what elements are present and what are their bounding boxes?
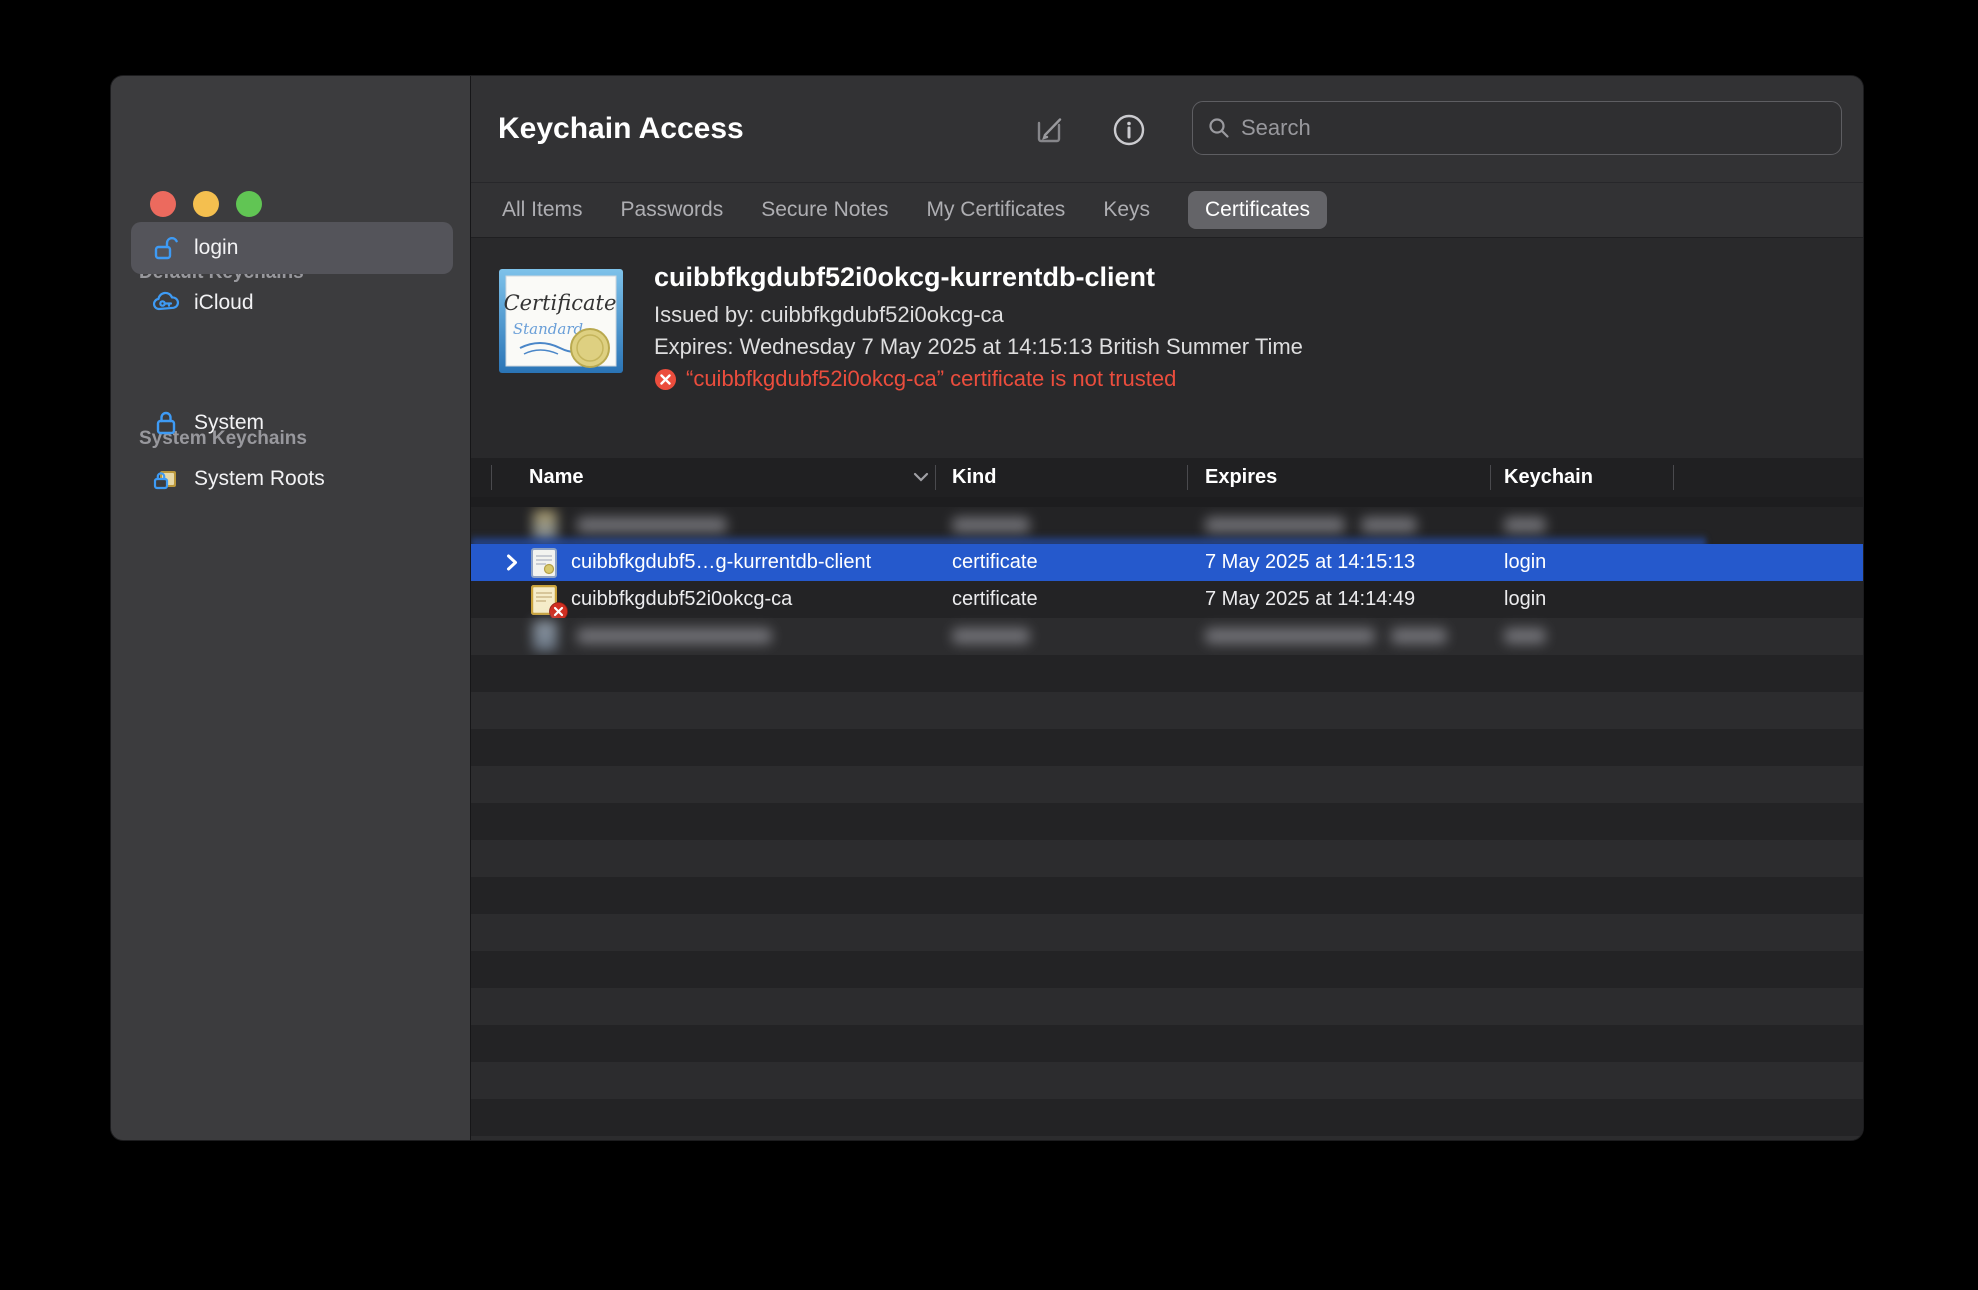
cell-keychain: login (1504, 588, 1547, 610)
empty-row (471, 1136, 1863, 1140)
keychain-access-window: Default Keychains login iCloud System Ke… (111, 76, 1863, 1140)
search-input[interactable] (1241, 115, 1827, 141)
column-divider[interactable] (1490, 465, 1491, 490)
page-title: Keychain Access (498, 112, 744, 145)
disclosure-chevron-icon[interactable] (505, 553, 519, 572)
certificate-icon (531, 548, 557, 578)
empty-row (471, 655, 1863, 692)
column-divider[interactable] (1673, 465, 1674, 490)
trust-warning-text: “cuibbfkgdubf52i0okcg-ca” certificate is… (686, 366, 1177, 391)
column-header-kind[interactable]: Kind (952, 458, 996, 497)
redacted-text (1205, 517, 1345, 533)
tab-passwords[interactable]: Passwords (621, 198, 724, 222)
redacted-text (1391, 628, 1447, 644)
empty-row (471, 914, 1863, 951)
empty-row (471, 692, 1863, 729)
tab-certificates[interactable]: Certificates (1188, 191, 1328, 229)
toolbar: Keychain Access (471, 76, 1863, 182)
empty-row (471, 877, 1863, 914)
sidebar: Default Keychains login iCloud System Ke… (111, 76, 471, 1140)
redacted-text (952, 517, 1030, 533)
table-row-redacted[interactable] (471, 507, 1863, 546)
search-icon (1209, 118, 1229, 138)
lock-box-icon (151, 464, 181, 494)
cell-name: cuibbfkgdubf52i0okcg-ca (571, 588, 793, 610)
table-row-redacted[interactable] (471, 618, 1863, 655)
unlocked-padlock-icon (151, 233, 181, 263)
tab-all-items[interactable]: All Items (502, 198, 583, 222)
redacted-text (952, 628, 1030, 644)
column-divider[interactable] (1187, 465, 1188, 490)
cell-kind: certificate (952, 588, 1038, 610)
table-row-kurrentdb-ca[interactable]: cuibbfkgdubf52i0okcg-ca certificate 7 Ma… (471, 581, 1863, 621)
not-trusted-icon (655, 368, 676, 390)
sidebar-item-system[interactable]: System (131, 397, 453, 449)
certificate-expiry: Expires: Wednesday 7 May 2025 at 14:15:1… (654, 334, 1303, 359)
redacted-text (1504, 628, 1546, 644)
cell-kind: certificate (952, 551, 1038, 573)
minimize-window-button[interactable] (193, 191, 219, 217)
icloud-keychain-icon (151, 288, 181, 318)
empty-row (471, 988, 1863, 1025)
certificate-artwork: Certificate Standard (498, 268, 624, 379)
sort-chevron-down-icon (913, 472, 929, 482)
certificate-name: cuibbfkgdubf52i0okcg-kurrentdb-client (654, 262, 1156, 292)
window-controls (150, 191, 262, 217)
category-tabs: All Items Passwords Secure Notes My Cert… (471, 182, 1863, 237)
empty-row (471, 951, 1863, 988)
redacted-text (1504, 517, 1546, 533)
column-header-expires[interactable]: Expires (1205, 458, 1277, 497)
cell-name: cuibbfkgdubf5…g-kurrentdb-client (571, 551, 872, 573)
search-field[interactable] (1192, 101, 1842, 155)
empty-row (471, 729, 1863, 766)
sidebar-item-system-roots[interactable]: System Roots (131, 453, 453, 505)
table-row-kurrentdb-client[interactable]: cuibbfkgdubf5…g-kurrentdb-client certifi… (471, 544, 1863, 581)
locked-padlock-icon (151, 408, 181, 438)
svg-text:Certificate: Certificate (504, 291, 617, 315)
svg-text:Standard: Standard (513, 320, 583, 338)
empty-row (471, 766, 1863, 803)
sidebar-item-icloud[interactable]: iCloud (131, 277, 453, 329)
table-header: Name Kind Expires Keychain (471, 458, 1863, 497)
trust-warning: “cuibbfkgdubf52i0okcg-ca” certificate is… (654, 366, 1176, 392)
redacted-text (577, 628, 772, 644)
certificate-detail-pane: Certificate Standard cuibbfkgdubf52i0okc… (471, 237, 1863, 458)
table-header-gap (471, 497, 1863, 507)
sidebar-item-label: System (194, 411, 265, 434)
zoom-window-button[interactable] (236, 191, 262, 217)
certificate-list: cuibbfkgdubf5…g-kurrentdb-client certifi… (471, 507, 1863, 1140)
sidebar-item-login[interactable]: login (131, 222, 453, 274)
sidebar-item-label: System Roots (194, 467, 325, 490)
cell-expires: 7 May 2025 at 14:15:13 (1205, 551, 1416, 573)
empty-row (471, 1025, 1863, 1062)
sidebar-item-label: login (194, 236, 239, 259)
redacted-text (1361, 517, 1417, 533)
new-item-button[interactable] (1032, 112, 1068, 148)
redacted-text (577, 517, 727, 533)
sidebar-item-label: iCloud (194, 291, 254, 314)
column-header-keychain[interactable]: Keychain (1504, 458, 1593, 497)
empty-row (471, 840, 1863, 877)
main-pane: Keychain Access Search All Items Passwor… (471, 76, 1863, 1140)
info-button[interactable] (1111, 112, 1147, 148)
cell-expires: 7 May 2025 at 14:14:49 (1205, 588, 1416, 610)
tab-secure-notes[interactable]: Secure Notes (761, 198, 888, 222)
tab-my-certificates[interactable]: My Certificates (926, 198, 1065, 222)
empty-row (471, 1099, 1863, 1136)
close-window-button[interactable] (150, 191, 176, 217)
column-divider[interactable] (935, 465, 936, 490)
redacted-text (1205, 628, 1375, 644)
tab-keys[interactable]: Keys (1103, 198, 1150, 222)
column-divider (491, 465, 492, 490)
certificate-issuer: Issued by: cuibbfkgdubf52i0okcg-ca (654, 302, 1004, 327)
cell-keychain: login (1504, 551, 1547, 573)
column-header-name[interactable]: Name (529, 458, 583, 497)
empty-row (471, 803, 1863, 840)
redacted-icon (533, 621, 557, 651)
empty-row (471, 1062, 1863, 1099)
